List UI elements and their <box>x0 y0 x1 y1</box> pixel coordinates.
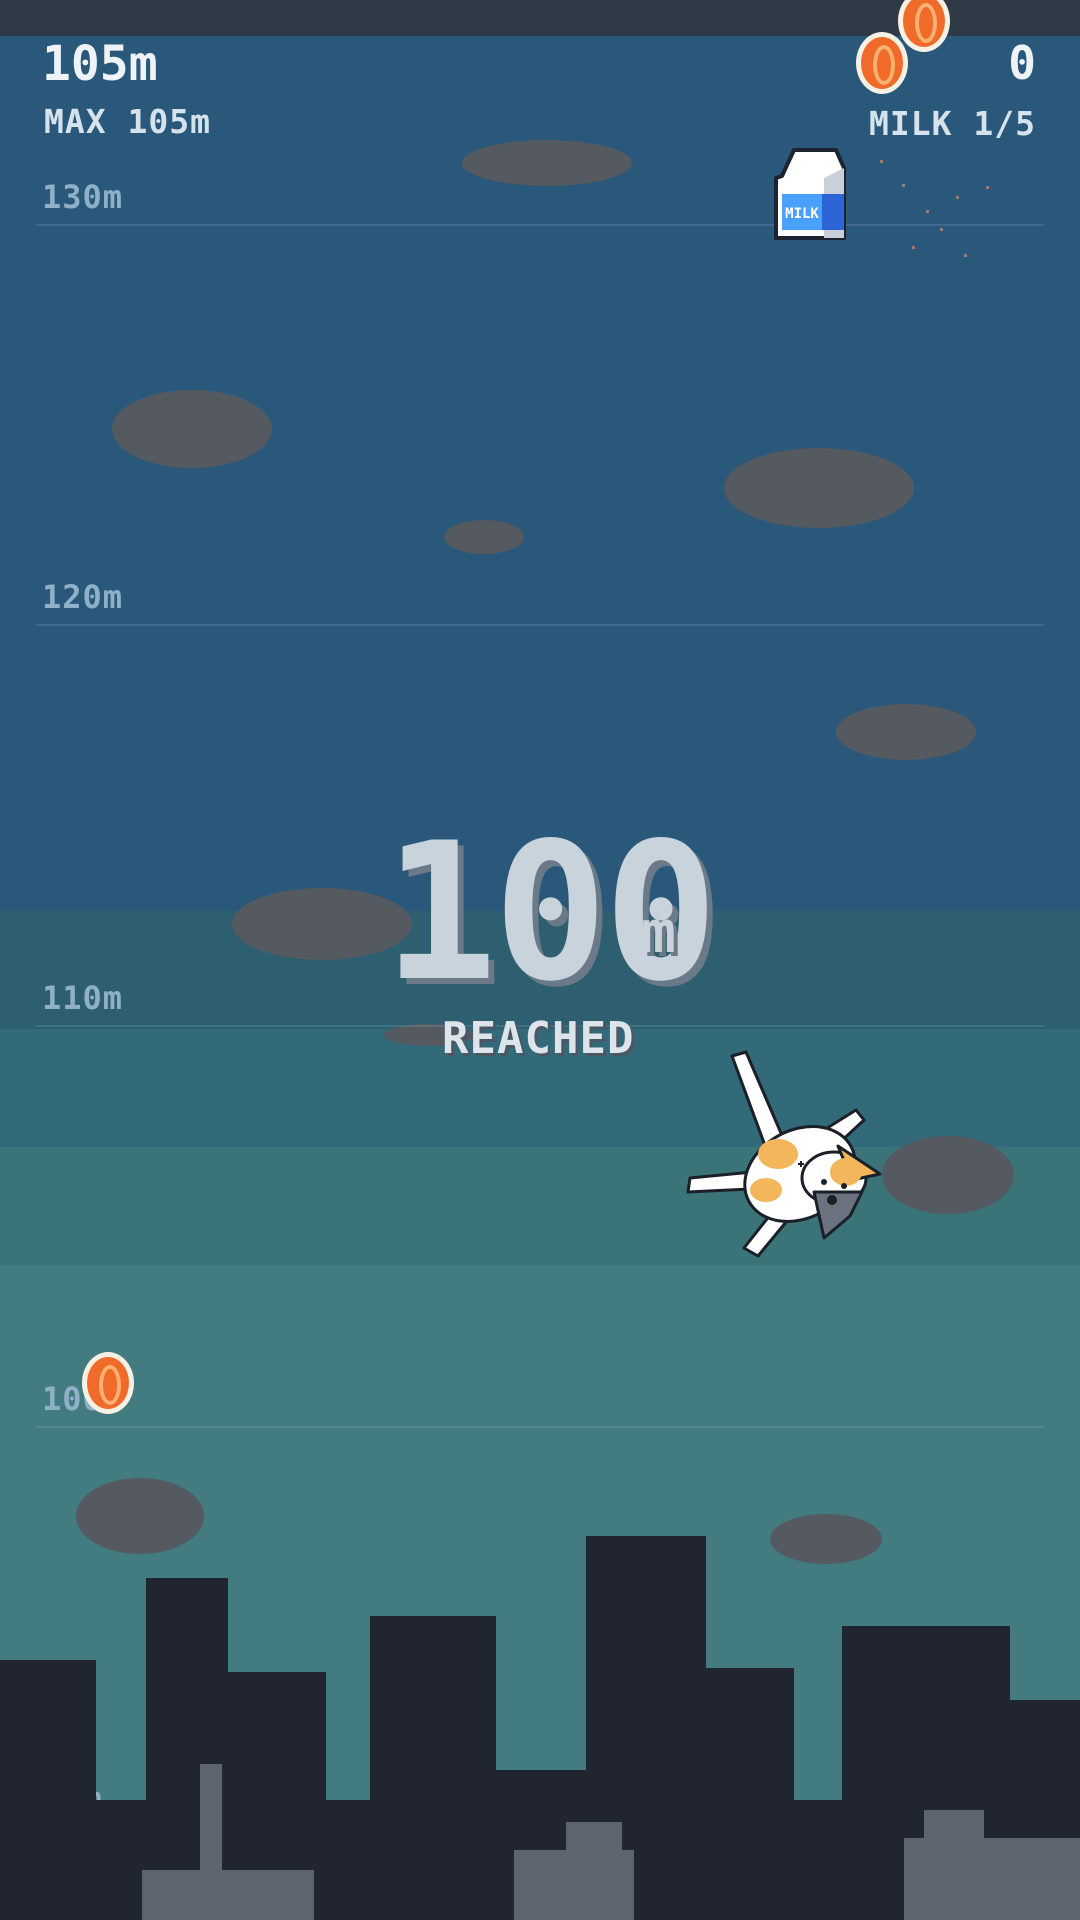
milk-carton-icon[interactable]: MILK <box>772 146 846 242</box>
coin-icon[interactable] <box>82 1352 134 1414</box>
coin-count: 0 <box>1008 36 1036 90</box>
sparkle-particle <box>940 228 943 231</box>
sparkle-particle <box>956 196 959 199</box>
sparkle-particle <box>964 254 967 257</box>
cloud <box>836 704 976 760</box>
current-distance: 105m <box>42 36 158 92</box>
max-distance: MAX 105m <box>44 102 211 141</box>
building-foreground <box>924 1810 984 1850</box>
altitude-label: 120m <box>42 578 124 616</box>
building-foreground <box>904 1838 1080 1920</box>
cloud <box>444 520 524 554</box>
cloud <box>112 390 272 468</box>
coin-counter-icon <box>856 32 908 94</box>
altitude-line <box>36 1426 1044 1428</box>
altitude-label: 130m <box>42 178 124 216</box>
cloud <box>770 1514 882 1564</box>
sparkle-particle <box>912 246 915 249</box>
cloud <box>882 1136 1014 1214</box>
altitude-line <box>36 624 1044 626</box>
altitude-label: 110m <box>42 979 124 1017</box>
milestone-unit: m <box>641 898 676 966</box>
milk-counter: MILK 1/5 <box>869 104 1036 143</box>
sparkle-particle <box>926 210 929 213</box>
game-canvas[interactable]: 130m 120m 110m 100m 90m MILK <box>0 0 1080 1920</box>
cloud <box>462 140 632 186</box>
building-foreground <box>142 1870 314 1920</box>
cloud <box>76 1478 204 1554</box>
sparkle-particle <box>880 160 883 163</box>
milk-carton-label: MILK <box>785 206 819 222</box>
sparkle-particle <box>986 186 989 189</box>
milestone-label: REACHED <box>442 1013 635 1064</box>
building-foreground <box>200 1764 222 1874</box>
falling-cat-sprite <box>686 1050 882 1258</box>
building-foreground <box>566 1822 622 1862</box>
altitude-line <box>36 224 1044 226</box>
cloud <box>724 448 914 528</box>
sparkle-particle <box>902 184 905 187</box>
